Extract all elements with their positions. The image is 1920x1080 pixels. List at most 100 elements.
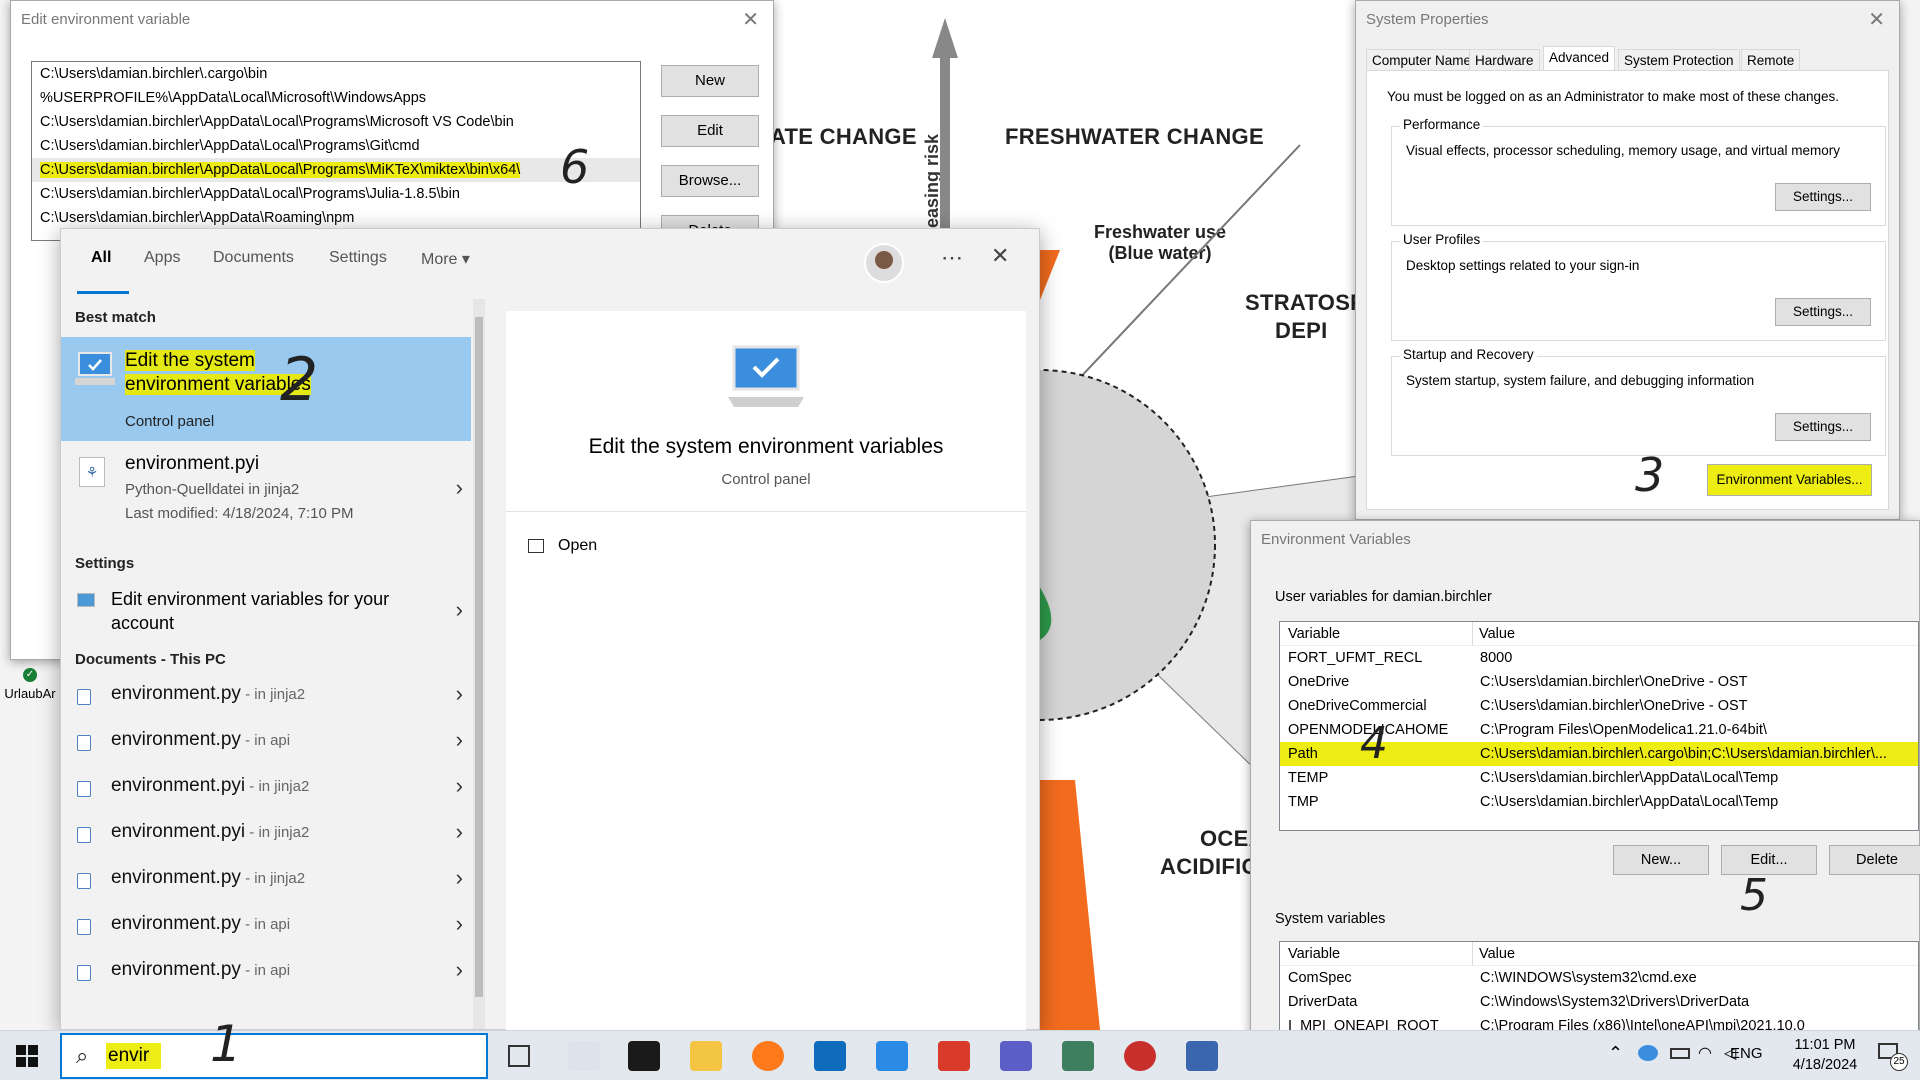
table-row[interactable]: TMP C:\Users\damian.birchler\AppData\Loca… (1280, 790, 1918, 814)
path-row[interactable]: C:\Users\damian.birchler\AppData\Roaming… (32, 206, 640, 230)
tab-computer-name[interactable]: Computer Name (1366, 49, 1478, 71)
document-result[interactable]: environment.py - in api › (61, 905, 471, 949)
system-variables-table[interactable]: Variable Value ComSpec C:\WINDOWS\system3… (1279, 941, 1919, 1041)
tab-settings[interactable]: Settings (329, 249, 387, 267)
path-row[interactable]: C:\Users\damian.birchler\AppData\Local\P… (32, 134, 640, 158)
python-file-icon: ⚘ (79, 457, 105, 487)
network-app-icon[interactable] (938, 1041, 970, 1071)
clock[interactable]: 11:01 PM 4/18/2024 (1775, 1035, 1875, 1075)
chevron-right-icon[interactable]: › (456, 957, 463, 983)
doc-location: - in jinja2 (240, 870, 306, 887)
document-result[interactable]: environment.py - in api › (61, 951, 471, 995)
column-header-value[interactable]: Value (1472, 942, 1515, 966)
close-icon[interactable]: ✕ (991, 243, 1009, 269)
firefox-icon[interactable] (752, 1041, 784, 1071)
document-result[interactable]: environment.py - in api › (61, 721, 471, 765)
windows-start-icon[interactable] (16, 1045, 38, 1067)
path-row[interactable]: %USERPROFILE%\AppData\Local\Microsoft\Wi… (32, 86, 640, 110)
path-text: C:\Users\damian.birchler\AppData\Local\P… (40, 114, 514, 130)
pycharm-icon[interactable] (628, 1041, 660, 1071)
notifications-icon[interactable]: 25 (1878, 1041, 1908, 1071)
tab-system-protection[interactable]: System Protection (1618, 49, 1740, 71)
path-row[interactable]: C:\Users\damian.birchler\AppData\Local\P… (32, 182, 640, 206)
window-app-icon[interactable] (1062, 1041, 1094, 1071)
open-icon (528, 538, 544, 553)
best-match-result[interactable]: Edit the system environment variables Co… (61, 337, 471, 441)
environment-variables-button[interactable]: Environment Variables... (1707, 464, 1872, 496)
tab-apps[interactable]: Apps (144, 249, 180, 267)
file-explorer-icon[interactable] (690, 1041, 722, 1071)
teams-icon[interactable] (1000, 1041, 1032, 1071)
open-action[interactable]: Open (528, 537, 597, 555)
search-input-text[interactable]: envir (106, 1043, 162, 1069)
column-header-variable[interactable]: Variable (1288, 622, 1340, 646)
settings-result[interactable]: Edit environment variables for your acco… (61, 579, 471, 643)
remote-app-icon[interactable] (1186, 1041, 1218, 1071)
pyi-desc: Python-Quelldatei in jinja2 (125, 481, 300, 498)
document-result[interactable]: environment.py - in jinja2 › (61, 859, 471, 903)
edit-button[interactable]: Edit (661, 115, 759, 147)
doc-location: - in jinja2 (240, 686, 306, 703)
table-row[interactable]: TEMP C:\Users\damian.birchler\AppData\Loc… (1280, 766, 1918, 790)
table-row[interactable]: DriverData C:\Windows\System32\Drivers\Dr… (1280, 990, 1918, 1014)
active-tab-indicator (77, 291, 129, 294)
language-indicator[interactable]: ENG (1730, 1045, 1763, 1062)
variable-value: C:\Users\damian.birchler\OneDrive - OST (1480, 674, 1748, 690)
tools-app-icon[interactable] (568, 1041, 600, 1071)
table-row[interactable]: OneDrive C:\Users\damian.birchler\OneDriv… (1280, 670, 1918, 694)
column-header-value[interactable]: Value (1472, 622, 1515, 646)
scrollbar-thumb[interactable] (475, 317, 483, 997)
close-icon[interactable]: ✕ (742, 1, 759, 39)
tab-all[interactable]: All (91, 249, 111, 267)
wifi-icon[interactable]: ◠ (1698, 1043, 1712, 1063)
file-icon (77, 965, 91, 981)
document-result[interactable]: environment.pyi - in jinja2 › (61, 813, 471, 857)
chevron-up-icon[interactable]: ⌃ (1608, 1043, 1623, 1064)
tab-remote[interactable]: Remote (1741, 49, 1801, 71)
path-row-selected[interactable]: C:\Users\damian.birchler\AppData\Local\P… (32, 158, 640, 182)
path-list[interactable]: C:\Users\damian.birchler\.cargo\bin %USE… (31, 61, 641, 241)
task-view-icon[interactable] (508, 1045, 530, 1067)
tab-hardware[interactable]: Hardware (1469, 49, 1540, 71)
battery-icon[interactable] (1670, 1048, 1690, 1059)
chevron-right-icon[interactable]: › (456, 911, 463, 937)
user-delete-button[interactable]: Delete (1829, 845, 1920, 875)
close-icon[interactable]: ✕ (1868, 1, 1885, 39)
chevron-right-icon[interactable]: › (456, 597, 463, 623)
chevron-right-icon[interactable]: › (456, 475, 463, 501)
cloud-icon[interactable] (1638, 1045, 1658, 1061)
tab-documents[interactable]: Documents (213, 249, 294, 267)
user-edit-button[interactable]: Edit... (1721, 845, 1817, 875)
document-result[interactable]: environment.pyi - in jinja2 › (61, 767, 471, 811)
tab-advanced[interactable]: Advanced (1543, 46, 1616, 71)
pyi-result[interactable]: ⚘ environment.pyi Python-Quelldatei in j… (61, 441, 471, 543)
outlook-icon[interactable] (814, 1041, 846, 1071)
new-button[interactable]: New (661, 65, 759, 97)
user-new-button[interactable]: New... (1613, 845, 1709, 875)
avatar[interactable] (864, 243, 904, 283)
paint-app-icon[interactable] (1124, 1041, 1156, 1071)
chevron-right-icon[interactable]: › (456, 727, 463, 753)
chevron-right-icon[interactable]: › (456, 681, 463, 707)
chevron-right-icon[interactable]: › (456, 865, 463, 891)
results-scrollbar[interactable] (473, 299, 485, 1029)
table-row[interactable]: OneDriveCommercial C:\Users\damian.birchl… (1280, 694, 1918, 718)
browse-button[interactable]: Browse... (661, 165, 759, 197)
startup-settings-button[interactable]: Settings... (1775, 413, 1871, 441)
path-row[interactable]: C:\Users\damian.birchler\.cargo\bin (32, 62, 640, 86)
user-profiles-settings-button[interactable]: Settings... (1775, 298, 1871, 326)
chevron-right-icon[interactable]: › (456, 773, 463, 799)
table-row[interactable]: ComSpec C:\WINDOWS\system32\cmd.exe (1280, 966, 1918, 990)
vscode-icon[interactable] (876, 1041, 908, 1071)
document-result[interactable]: environment.py - in jinja2 › (61, 675, 471, 719)
more-options-icon[interactable]: ⋯ (941, 245, 963, 271)
chevron-right-icon[interactable]: › (456, 819, 463, 845)
performance-settings-button[interactable]: Settings... (1775, 183, 1871, 211)
search-box[interactable]: ⌕ envir (60, 1033, 488, 1079)
table-row[interactable]: FORT_UFMT_RECL 8000 (1280, 646, 1918, 670)
column-header-variable[interactable]: Variable (1288, 942, 1340, 966)
path-row[interactable]: C:\Users\damian.birchler\AppData\Local\P… (32, 110, 640, 134)
desktop-icon[interactable]: ✓ UrlaubAr (0, 668, 60, 701)
title-bar: Environment Variables (1251, 521, 1919, 559)
tab-more[interactable]: More ▾ (421, 249, 470, 269)
